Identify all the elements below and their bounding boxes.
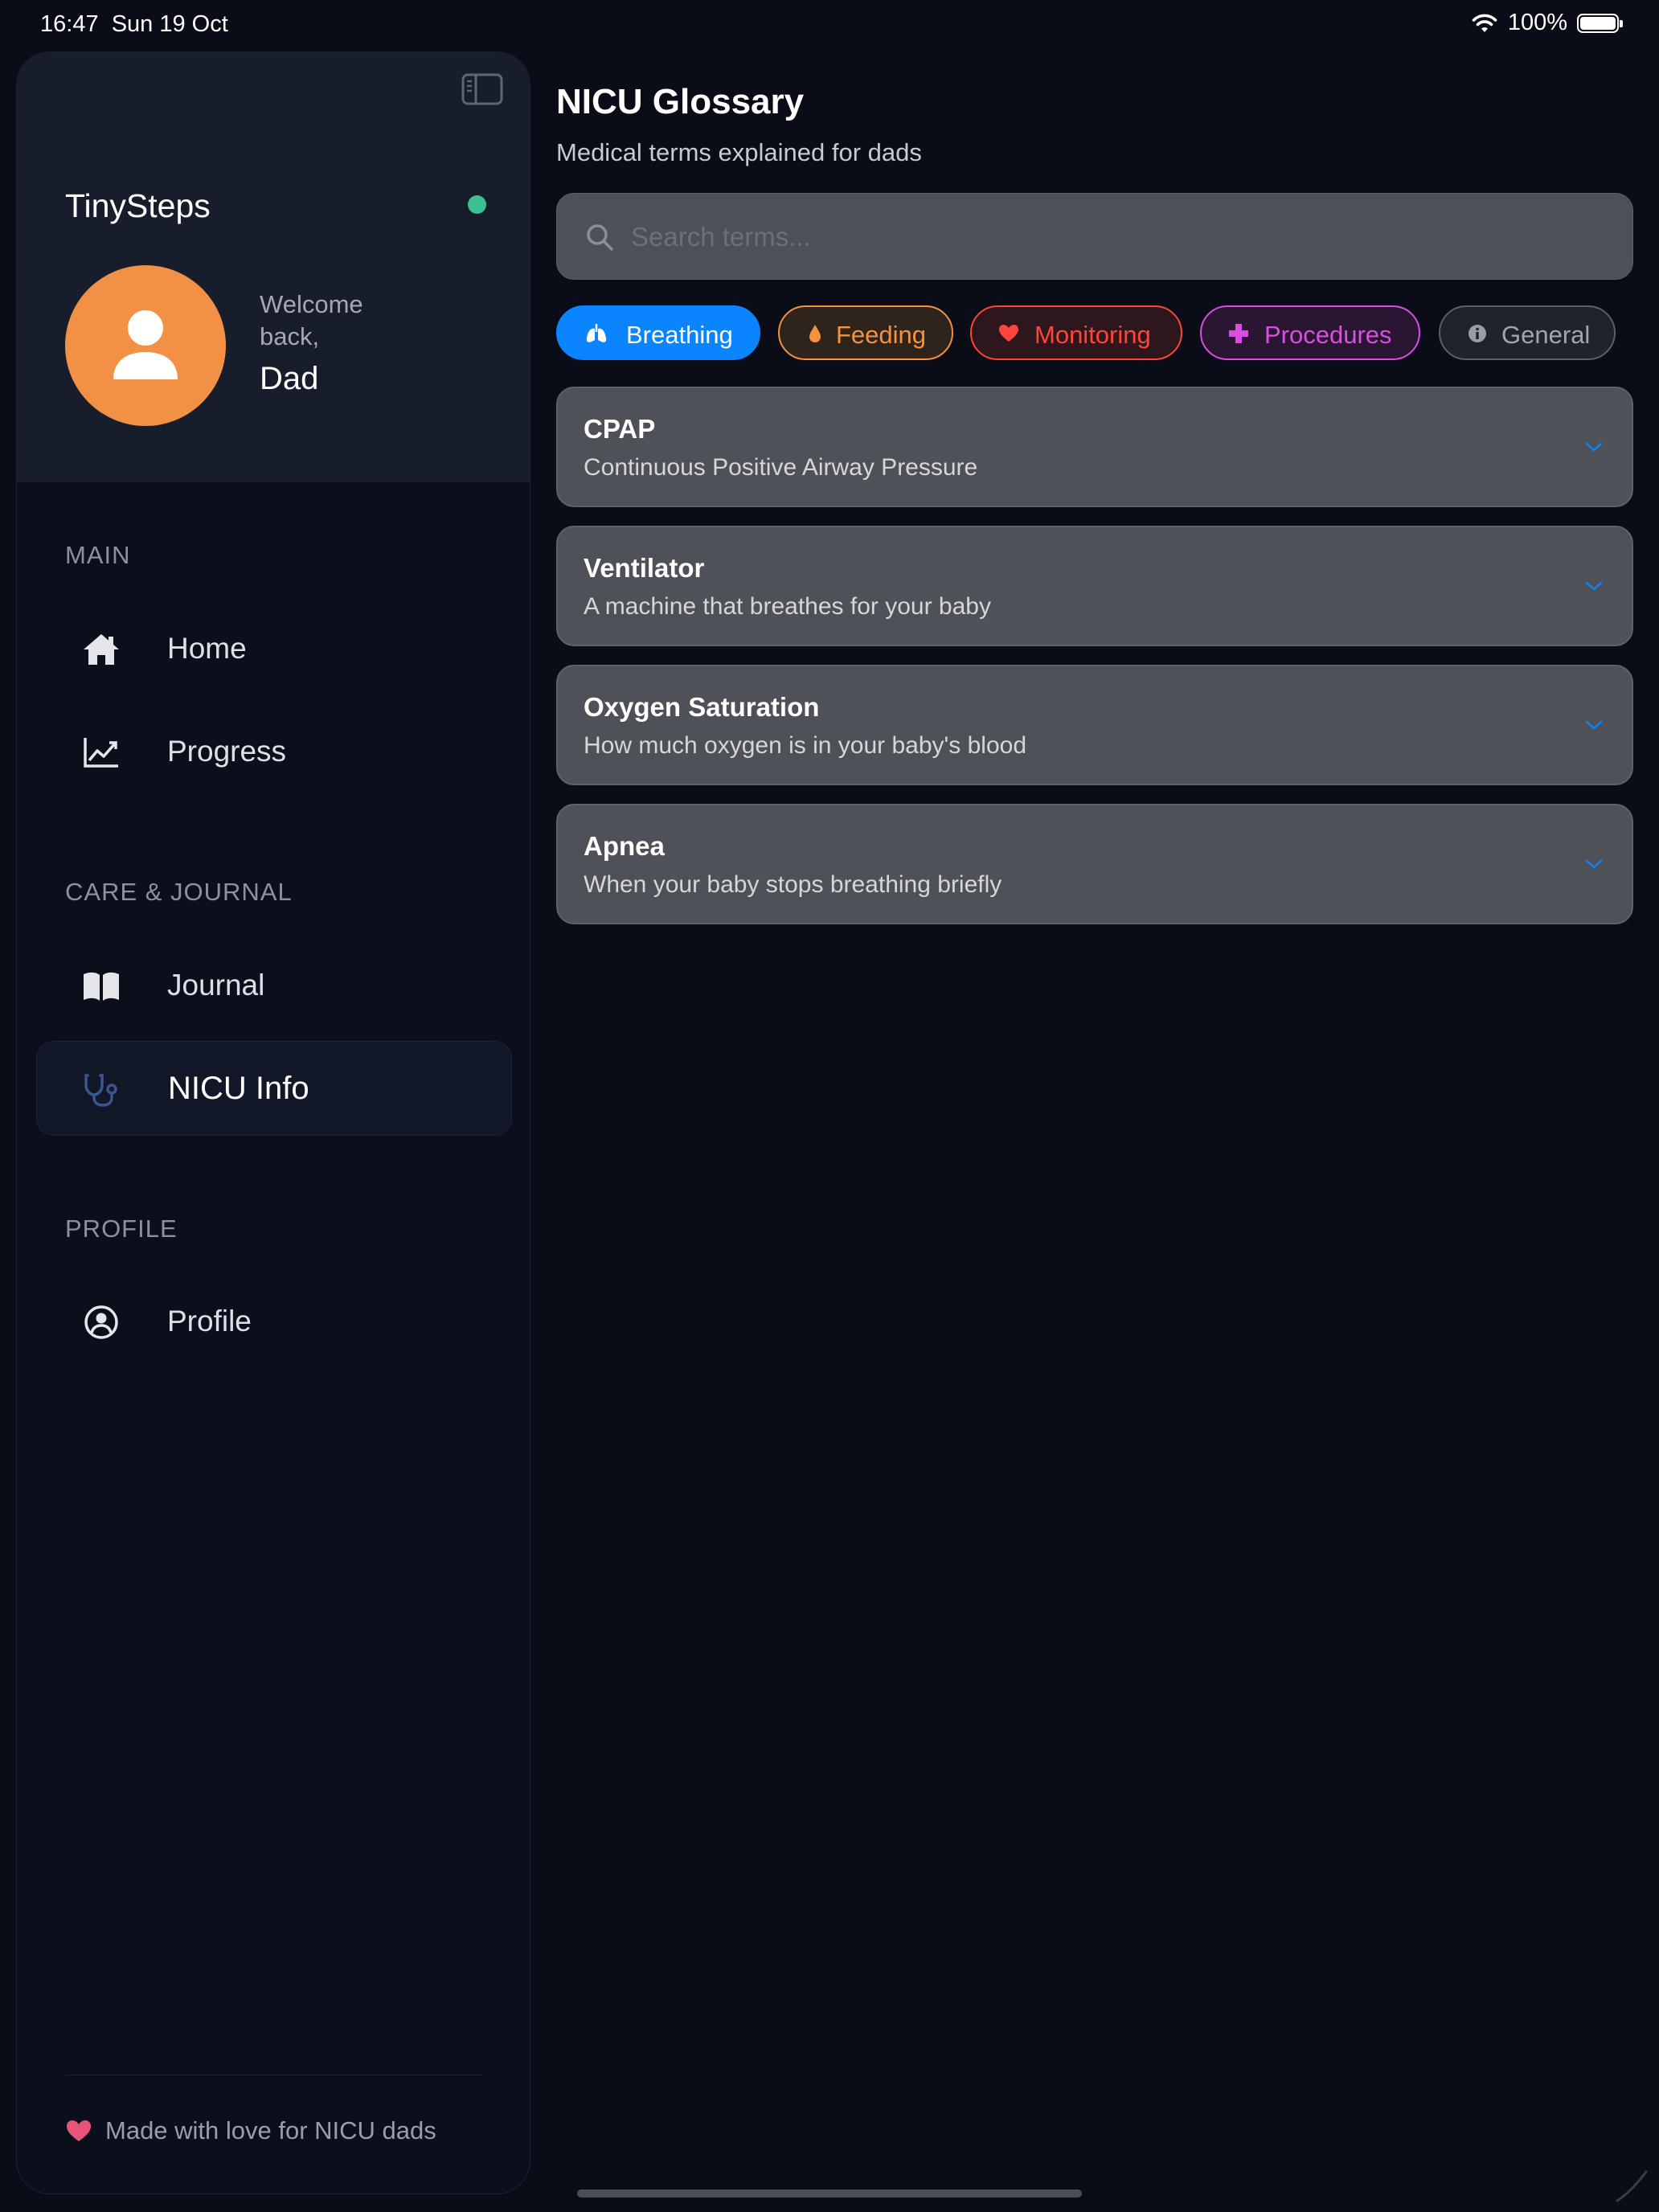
online-status-dot: [468, 195, 486, 214]
app-name: TinySteps: [65, 187, 211, 224]
heart-icon: [67, 2120, 91, 2141]
term-description: Continuous Positive Airway Pressure: [584, 454, 978, 481]
chip-label: Procedures: [1264, 321, 1392, 349]
sidebar-item-nicu-info[interactable]: NICU Info: [36, 1041, 512, 1136]
chip-label: General: [1501, 321, 1591, 349]
chip-general[interactable]: General: [1439, 305, 1616, 360]
sidebar-item-home[interactable]: Home: [36, 601, 512, 696]
sidebar-footer: Made with love for NICU dads: [65, 2116, 436, 2145]
battery-icon: [1577, 13, 1623, 33]
user-circle-icon: [84, 1305, 118, 1339]
term-description: A machine that breathes for your baby: [584, 593, 991, 620]
search-input[interactable]: [629, 210, 1597, 264]
sidebar-item-label: Home: [167, 632, 247, 665]
person-icon: [113, 310, 178, 379]
sidebar: TinySteps Welcome back, Dad MAIN Home Pr…: [16, 51, 530, 2194]
chip-label: Breathing: [626, 321, 733, 349]
chevron-down-icon[interactable]: [1582, 577, 1606, 595]
chip-breathing[interactable]: Breathing: [556, 305, 760, 360]
search-bar[interactable]: [556, 193, 1633, 280]
droplet-icon: [809, 325, 821, 342]
user-name: Dad: [260, 361, 319, 396]
battery-percent: 100%: [1507, 10, 1567, 35]
chevron-down-icon[interactable]: [1582, 716, 1606, 734]
heart-icon: [999, 325, 1018, 342]
avatar[interactable]: [65, 265, 226, 426]
sidebar-item-label: NICU Info: [168, 1071, 309, 1106]
welcome-text: Welcome back,: [260, 290, 363, 350]
page-subtitle: Medical terms explained for dads: [556, 138, 922, 166]
sidebar-item-label: Profile: [167, 1305, 252, 1337]
sidebar-item-label: Journal: [167, 969, 265, 1002]
chevron-down-icon[interactable]: [1582, 855, 1606, 873]
sidebar-item-progress[interactable]: Progress: [36, 704, 512, 799]
term-card-ventilator[interactable]: Ventilator A machine that breathes for y…: [556, 526, 1633, 646]
term-name: Apnea: [584, 831, 665, 861]
footer-text: Made with love for NICU dads: [105, 2116, 436, 2144]
term-card-apnea[interactable]: Apnea When your baby stops breathing bri…: [556, 804, 1633, 924]
term-description: When your baby stops breathing briefly: [584, 871, 1002, 898]
term-name: Oxygen Saturation: [584, 692, 820, 722]
chart-line-icon: [84, 738, 118, 768]
page-title: NICU Glossary: [556, 82, 805, 121]
home-icon: [84, 634, 119, 665]
chevron-down-icon[interactable]: [1582, 438, 1606, 456]
plus-icon: [1229, 324, 1248, 343]
term-card-oxygen-saturation[interactable]: Oxygen Saturation How much oxygen is in …: [556, 665, 1633, 785]
sidebar-item-profile[interactable]: Profile: [36, 1274, 512, 1369]
chip-label: Feeding: [836, 321, 927, 349]
info-icon: [1469, 325, 1486, 342]
stethoscope-icon: [84, 1074, 117, 1107]
status-time: 16:47 Sun 19 Oct: [40, 11, 228, 38]
chip-label: Monitoring: [1034, 321, 1151, 349]
sidebar-item-label: Progress: [167, 735, 287, 768]
status-bar: 16:47 Sun 19 Oct 100%: [0, 0, 1659, 51]
chip-monitoring[interactable]: Monitoring: [970, 305, 1182, 360]
wifi-icon: [1472, 14, 1497, 32]
book-open-icon: [84, 972, 119, 1001]
section-label-profile: PROFILE: [65, 1215, 178, 1243]
pencil-hover-icon: [1616, 2170, 1648, 2202]
clock-time: 16:47: [40, 11, 99, 37]
status-indicators: 100%: [1471, 10, 1623, 36]
lungs-icon: [586, 324, 607, 342]
chip-procedures[interactable]: Procedures: [1200, 305, 1420, 360]
term-description: How much oxygen is in your baby's blood: [584, 732, 1027, 759]
term-card-cpap[interactable]: CPAP Continuous Positive Airway Pressure: [556, 387, 1633, 507]
search-icon: [587, 224, 613, 251]
sidebar-header: TinySteps Welcome back, Dad: [17, 52, 530, 482]
term-name: CPAP: [584, 414, 656, 444]
chip-feeding[interactable]: Feeding: [778, 305, 953, 360]
section-label-care: CARE & JOURNAL: [65, 878, 293, 906]
sidebar-item-journal[interactable]: Journal: [36, 938, 512, 1033]
sidebar-toggle-icon[interactable]: [461, 73, 503, 105]
section-label-main: MAIN: [65, 541, 131, 569]
term-name: Ventilator: [584, 553, 705, 583]
home-indicator[interactable]: [577, 2189, 1082, 2198]
clock-date: Sun 19 Oct: [111, 11, 228, 37]
